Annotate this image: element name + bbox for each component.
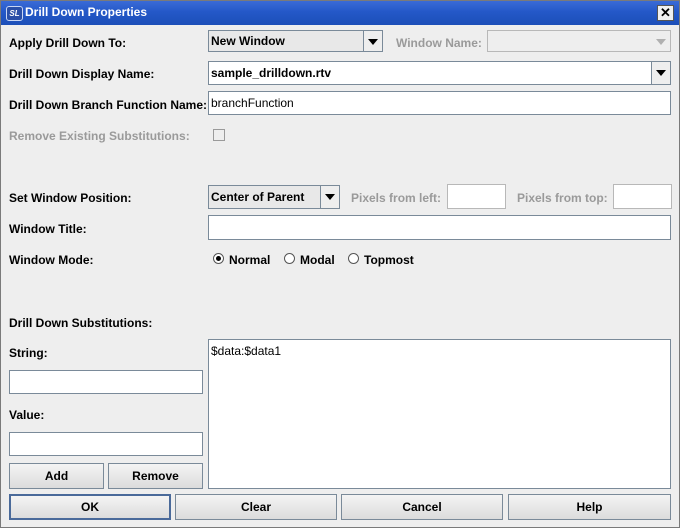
apply-drill-down-select[interactable]: New Window bbox=[208, 30, 383, 52]
add-button[interactable]: Add bbox=[9, 463, 104, 489]
substitutions-label: Drill Down Substitutions: bbox=[9, 316, 153, 330]
remove-substitutions-checkbox bbox=[213, 129, 225, 141]
remove-button[interactable]: Remove bbox=[108, 463, 203, 489]
window-name-label: Window Name: bbox=[396, 36, 482, 50]
cancel-button[interactable]: Cancel bbox=[341, 494, 503, 520]
value-input[interactable] bbox=[9, 432, 203, 456]
substitutions-list-text: $data:$data1 bbox=[211, 344, 282, 358]
apply-drill-down-value: New Window bbox=[211, 34, 285, 48]
window-title-input[interactable] bbox=[208, 215, 671, 240]
chevron-down-icon[interactable] bbox=[363, 31, 382, 51]
help-button[interactable]: Help bbox=[508, 494, 671, 520]
radio-modal[interactable] bbox=[284, 253, 295, 264]
value-label: Value: bbox=[9, 408, 45, 422]
ok-button[interactable]: OK bbox=[9, 494, 171, 520]
pixels-left-input bbox=[447, 184, 506, 209]
radio-topmost-label[interactable]: Topmost bbox=[364, 253, 414, 267]
chevron-down-icon[interactable] bbox=[320, 186, 339, 208]
pixels-left-label: Pixels from left: bbox=[351, 191, 442, 205]
app-logo-icon: SL bbox=[6, 6, 23, 21]
window-mode-label: Window Mode: bbox=[9, 253, 94, 267]
string-label: String: bbox=[9, 346, 48, 360]
chevron-down-icon[interactable] bbox=[651, 62, 670, 84]
radio-modal-label[interactable]: Modal bbox=[300, 253, 335, 267]
pixels-top-input bbox=[613, 184, 672, 209]
clear-button[interactable]: Clear bbox=[175, 494, 337, 520]
radio-normal[interactable] bbox=[213, 253, 224, 264]
substitutions-list[interactable]: $data:$data1 bbox=[208, 339, 671, 489]
chevron-down-icon bbox=[652, 31, 670, 51]
display-name-combo[interactable]: sample_drilldown.rtv bbox=[208, 61, 671, 85]
branch-function-input[interactable]: branchFunction bbox=[208, 91, 671, 115]
pixels-top-label: Pixels from top: bbox=[517, 191, 608, 205]
window-title-label: Window Title: bbox=[9, 222, 87, 236]
radio-normal-label[interactable]: Normal bbox=[229, 253, 270, 267]
display-name-value: sample_drilldown.rtv bbox=[211, 66, 332, 80]
branch-function-value: branchFunction bbox=[211, 96, 294, 110]
window-position-value: Center of Parent bbox=[211, 190, 305, 204]
apply-drill-down-label: Apply Drill Down To: bbox=[9, 36, 127, 50]
string-input[interactable] bbox=[9, 370, 203, 394]
close-button[interactable]: ✕ bbox=[657, 5, 674, 21]
drill-down-properties-dialog: SL Drill Down Properties ✕ Apply Drill D… bbox=[0, 0, 680, 528]
radio-topmost[interactable] bbox=[348, 253, 359, 264]
window-name-select bbox=[487, 30, 671, 52]
branch-function-label: Drill Down Branch Function Name: bbox=[9, 98, 208, 112]
window-position-label: Set Window Position: bbox=[9, 191, 132, 205]
window-title: Drill Down Properties bbox=[25, 5, 148, 19]
window-position-select[interactable]: Center of Parent bbox=[208, 185, 340, 209]
title-bar[interactable]: SL Drill Down Properties ✕ bbox=[1, 1, 679, 25]
display-name-label: Drill Down Display Name: bbox=[9, 67, 155, 81]
remove-substitutions-label: Remove Existing Substitutions: bbox=[9, 129, 190, 143]
